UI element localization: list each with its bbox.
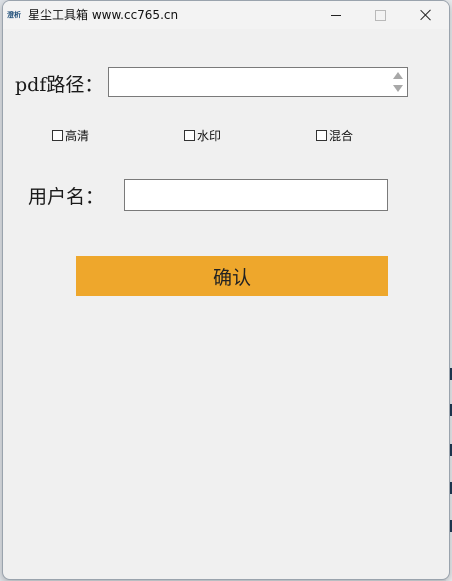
app-window: 澄析 星尘工具箱 www.cc765.cn pdf路径： 高清 水印 混合 用户… — [2, 0, 450, 580]
watermark-checkbox-label: 水印 — [197, 129, 222, 143]
arrow-up-icon[interactable] — [393, 72, 403, 79]
maximize-icon — [374, 9, 386, 21]
checkbox-box[interactable] — [52, 130, 63, 141]
hd-checkbox-label: 高清 — [65, 129, 90, 143]
hd-checkbox[interactable]: 高清 — [52, 127, 89, 144]
watermark-checkbox[interactable]: 水印 — [184, 127, 221, 144]
pdf-path-spinner[interactable] — [389, 69, 406, 95]
window-title: 星尘工具箱 www.cc765.cn — [28, 8, 179, 22]
close-button[interactable] — [403, 1, 449, 29]
title-bar[interactable]: 澄析 星尘工具箱 www.cc765.cn — [3, 1, 449, 29]
checkbox-box[interactable] — [184, 130, 195, 141]
username-label: 用户名： — [28, 186, 105, 208]
close-icon — [420, 9, 432, 21]
arrow-down-icon[interactable] — [393, 85, 403, 92]
app-icon: 澄析 — [7, 11, 21, 19]
checkbox-box[interactable] — [316, 130, 327, 141]
minimize-icon — [331, 14, 341, 16]
minimize-button[interactable] — [313, 1, 359, 29]
maximize-button[interactable] — [357, 1, 403, 29]
mix-checkbox-label: 混合 — [329, 129, 354, 143]
confirm-button[interactable]: 确认 — [76, 256, 388, 296]
username-input[interactable] — [124, 179, 388, 211]
pdf-path-input[interactable] — [108, 67, 408, 97]
pdf-path-label: pdf路径： — [15, 74, 104, 96]
mix-checkbox[interactable]: 混合 — [316, 127, 353, 144]
